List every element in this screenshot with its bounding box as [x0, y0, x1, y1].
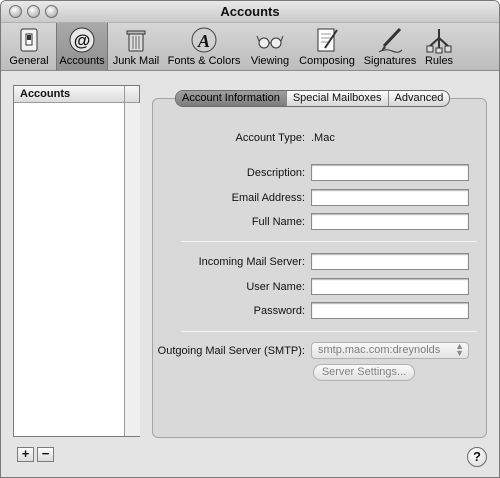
accounts-list[interactable]: Accounts	[13, 85, 140, 437]
popup-arrows-icon: ▲ ▼	[455, 341, 464, 358]
tab-special-mailboxes[interactable]: Special Mailboxes	[285, 91, 388, 106]
toolbar-item-general[interactable]: General	[5, 23, 53, 71]
toolbar-item-accounts[interactable]: @ Accounts	[56, 23, 108, 71]
help-button[interactable]: ?	[467, 447, 487, 467]
account-type-value: .Mac	[311, 132, 335, 144]
account-type-label: Account Type:	[235, 132, 305, 144]
incoming-mail-server-label: Incoming Mail Server:	[198, 256, 305, 268]
user-name-field[interactable]	[311, 278, 469, 295]
font-icon: A	[191, 27, 217, 53]
toolbar-item-fonts-colors[interactable]: A Fonts & Colors	[164, 23, 244, 71]
toolbar: General @ Accounts Junk Mail A Fonts & C…	[1, 23, 499, 71]
pencil-paper-icon	[317, 28, 338, 52]
accounts-list-scrollbar[interactable]	[124, 103, 140, 436]
account-tabs: Account Information Special Mailboxes Ad…	[175, 90, 451, 107]
glasses-icon	[256, 35, 284, 49]
at-sign-icon: @	[69, 27, 95, 53]
outgoing-mail-server-label: Outgoing Mail Server (SMTP):	[157, 345, 305, 357]
svg-text:@: @	[74, 31, 91, 50]
remove-account-button[interactable]: −	[37, 447, 54, 462]
outgoing-mail-server-value: smtp.mac.com:dreynolds	[318, 344, 441, 356]
svg-text:A: A	[197, 31, 210, 51]
outgoing-mail-server-popup[interactable]: smtp.mac.com:dreynolds ▲ ▼	[311, 342, 469, 359]
incoming-mail-server-field[interactable]	[311, 253, 469, 270]
accounts-list-header[interactable]: Accounts	[14, 86, 139, 103]
toolbar-item-viewing[interactable]: Viewing	[247, 23, 293, 71]
description-label: Description:	[246, 167, 305, 179]
server-settings-button[interactable]: Server Settings...	[313, 364, 415, 381]
user-name-label: User Name:	[246, 281, 305, 293]
tab-advanced[interactable]: Advanced	[387, 91, 450, 106]
full-name-field[interactable]	[311, 213, 469, 230]
preferences-window: Accounts General @ Accounts Junk Mail A …	[0, 0, 500, 478]
divider	[181, 331, 477, 332]
password-label: Password:	[253, 305, 305, 317]
toolbar-item-rules[interactable]: Rules	[421, 23, 457, 71]
window-title: Accounts	[220, 4, 280, 19]
toolbar-item-junk-mail[interactable]: Junk Mail	[111, 23, 161, 71]
email-address-field[interactable]	[311, 189, 469, 206]
description-field[interactable]	[311, 164, 469, 181]
title-bar[interactable]: Accounts	[1, 1, 499, 23]
email-address-label: Email Address:	[231, 192, 305, 204]
add-account-button[interactable]: +	[17, 447, 34, 462]
toolbar-item-composing[interactable]: Composing	[296, 23, 358, 71]
divider	[181, 241, 477, 242]
password-field[interactable]	[311, 302, 469, 319]
pen-icon	[378, 27, 403, 53]
accounts-list-header-label: Accounts	[20, 88, 71, 100]
trash-can-icon	[126, 30, 146, 52]
full-name-label: Full Name:	[251, 216, 305, 228]
rules-icon	[426, 29, 452, 54]
toolbar-item-signatures[interactable]: Signatures	[361, 23, 419, 71]
tab-account-information[interactable]: Account Information	[176, 91, 286, 106]
list-header-divider	[124, 86, 125, 103]
switch-icon	[20, 28, 38, 52]
